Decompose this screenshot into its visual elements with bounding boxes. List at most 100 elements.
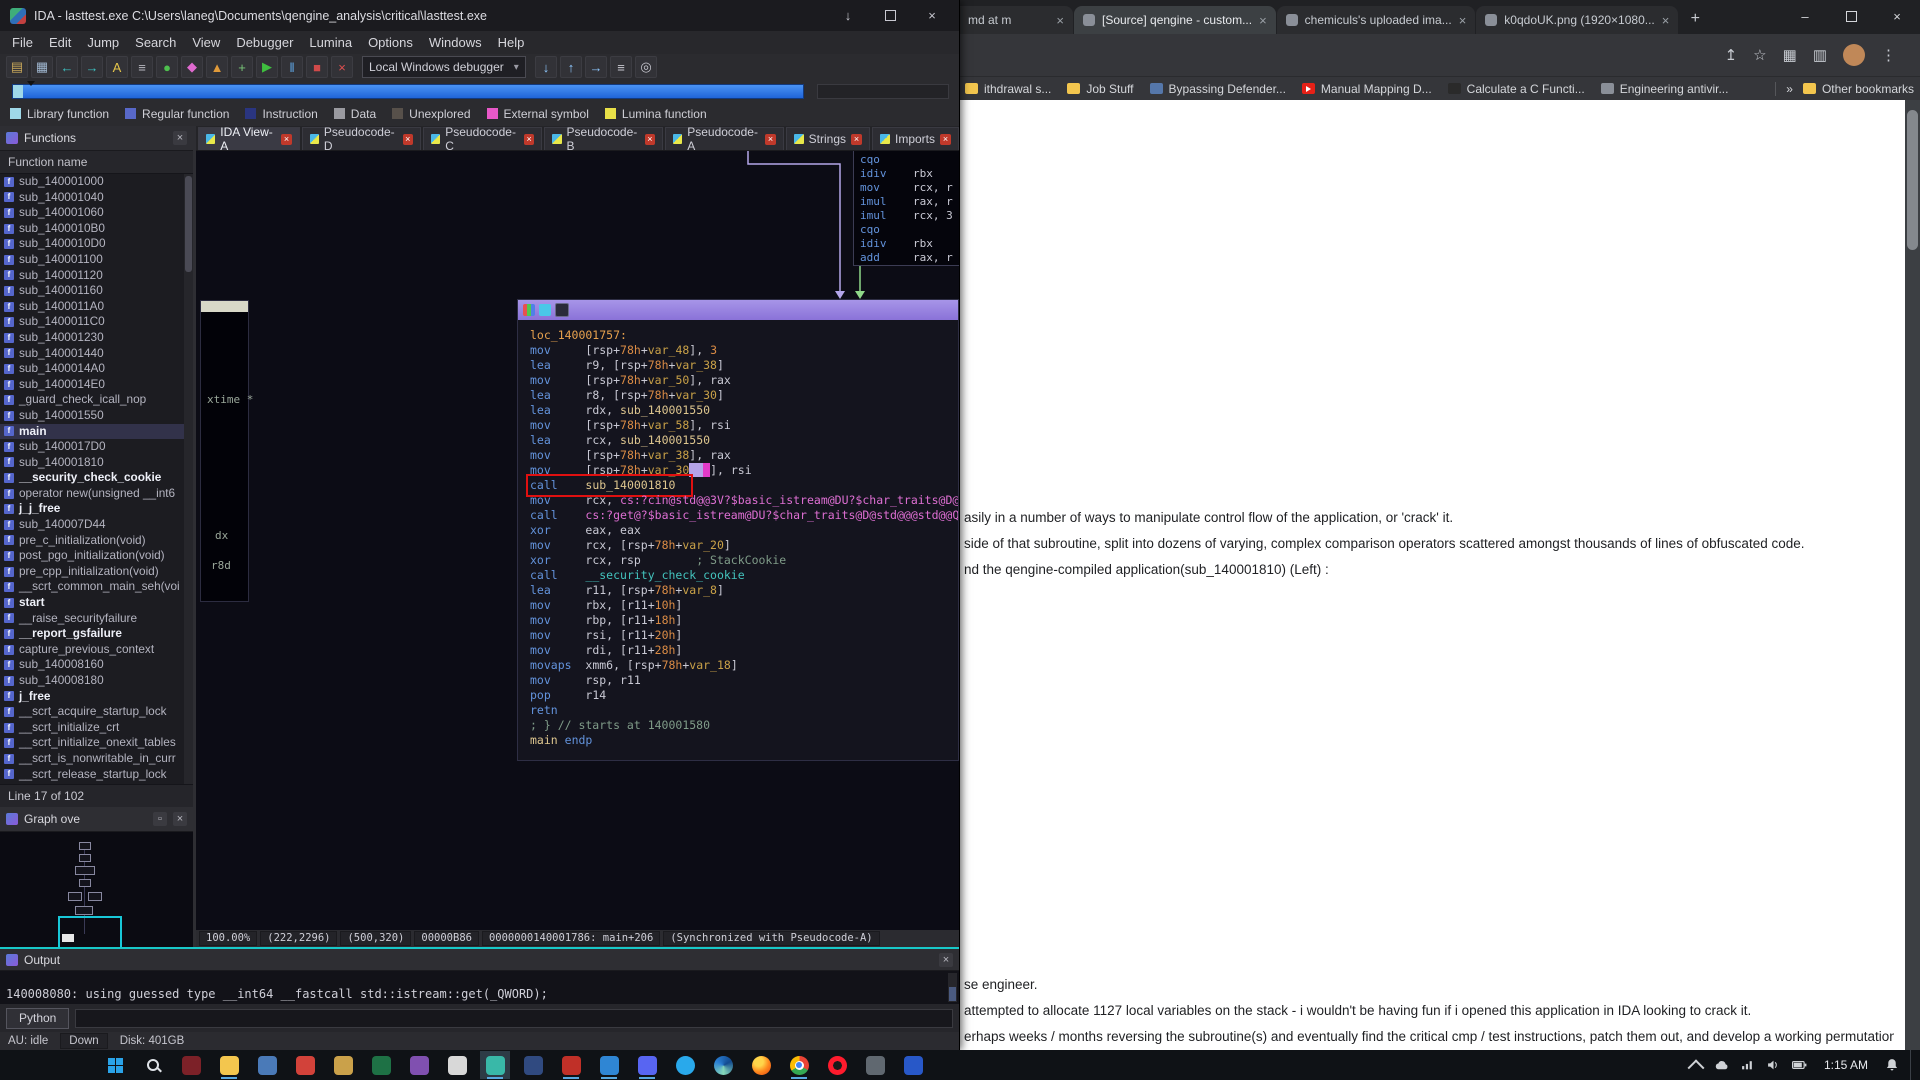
close-button[interactable]: × [1874,0,1920,32]
browser-tab[interactable]: md at m× [959,6,1073,34]
function-row[interactable]: fsub_1400011C0 [0,314,193,330]
scripts-icon[interactable]: ≡ [610,56,632,78]
function-row[interactable]: foperator new(unsigned __int6 [0,486,193,502]
close-tab-icon[interactable]: × [940,134,951,145]
breakpoint-icon[interactable]: ● [156,56,178,78]
close-tab-icon[interactable]: × [403,134,413,145]
function-row[interactable]: fcapture_previous_context [0,642,193,658]
close-tab-icon[interactable]: × [524,134,534,145]
taskbar-app-gray[interactable] [442,1051,472,1079]
function-row[interactable]: f__scrt_release_startup_lock [0,767,193,783]
search-text-icon[interactable]: A [106,56,128,78]
taskbar-telegram[interactable] [670,1051,700,1079]
function-row[interactable]: fsub_140001060 [0,205,193,221]
taskbar-search[interactable] [138,1051,168,1079]
graph-overview-header[interactable]: Graph ove ▫ × [0,807,193,832]
view-tab-pseudocode-d[interactable]: Pseudocode-D× [302,127,421,150]
menu-search[interactable]: Search [127,35,184,50]
bookmark-item[interactable]: Engineering antivir... [1601,82,1729,96]
function-row[interactable]: fpre_c_initialization(void) [0,533,193,549]
menu-edit[interactable]: Edit [41,35,79,50]
close-tab-icon[interactable]: × [851,134,862,145]
step-out-icon[interactable]: ↑ [560,56,582,78]
function-row[interactable]: f__scrt_initialize_onexit_tables [0,735,193,751]
function-row[interactable]: f__security_check_cookie [0,470,193,486]
function-row[interactable]: fpost_pgo_initialization(void) [0,548,193,564]
bookmark-icon[interactable]: ◆ [181,56,203,78]
share-icon[interactable]: ↥ [1725,46,1738,64]
output-scrollbar[interactable] [948,973,957,1002]
other-bookmarks[interactable]: Other bookmarks [1803,82,1914,96]
function-row[interactable]: fsub_140001440 [0,346,193,362]
run-to-cursor-icon[interactable]: → [585,56,607,78]
taskbar-app-blue-folder[interactable] [252,1051,282,1079]
bookmark-item[interactable]: Calculate a C Functi... [1448,82,1585,96]
navigation-band[interactable] [0,80,959,101]
menu-file[interactable]: File [4,35,41,50]
basic-block-partial-left[interactable]: xtime *dxr8d [200,300,249,602]
output-panel-header[interactable]: Output × [0,949,959,971]
menu-debugger[interactable]: Debugger [228,35,301,50]
bookmark-star-icon[interactable]: ☆ [1753,46,1766,64]
menu-view[interactable]: View [184,35,228,50]
menu-help[interactable]: Help [490,35,533,50]
bookmark-item[interactable]: Manual Mapping D... [1302,82,1432,96]
menu-lumina[interactable]: Lumina [301,35,360,50]
menu-jump[interactable]: Jump [79,35,127,50]
block-title-bar[interactable] [518,300,958,320]
new-tab-button[interactable]: + [1683,7,1707,31]
view-tab-pseudocode-b[interactable]: Pseudocode-B× [544,127,663,150]
menu-options[interactable]: Options [360,35,421,50]
function-row[interactable]: f__scrt_initialize_crt [0,720,193,736]
output-console[interactable]: 140008080: using guessed type __int64 __… [0,971,959,1004]
browser-scrollbar[interactable] [1905,100,1920,1050]
function-row[interactable]: fsub_140001160 [0,283,193,299]
restore-button[interactable] [1828,0,1874,32]
sidebar-icon[interactable]: ▥ [1813,46,1827,64]
snapshot-icon[interactable]: ◎ [635,56,657,78]
taskbar-excel[interactable] [366,1051,396,1079]
function-row[interactable]: fsub_1400017D0 [0,439,193,455]
tray-cloud-icon[interactable] [1714,1057,1730,1073]
function-row[interactable]: fsub_1400014A0 [0,361,193,377]
close-tab-icon[interactable]: × [1056,13,1064,28]
run-icon[interactable]: ▶ [256,56,278,78]
ida-title-bar[interactable]: IDA - lasttest.exe C:\Users\laneg\Docume… [0,0,959,31]
taskbar-chrome[interactable] [784,1051,814,1079]
extensions-icon[interactable]: ▦ [1783,46,1797,64]
basic-block-partial-top[interactable]: cqoidiv rbxmov rcx, rimul rax, rimul rcx… [853,151,959,266]
function-row[interactable]: f__report_gsfailure [0,626,193,642]
function-row[interactable]: fsub_1400010D0 [0,236,193,252]
functions-panel-header[interactable]: Functions × [0,126,193,151]
taskbar-app-azure[interactable] [898,1051,928,1079]
navband-zoom-control[interactable] [817,84,949,99]
forward-icon[interactable]: → [81,56,103,78]
close-button[interactable]: × [915,3,949,29]
function-row[interactable]: f_guard_check_icall_nop [0,392,193,408]
taskbar-app-navy[interactable] [518,1051,548,1079]
structs-icon[interactable]: ▲ [206,56,228,78]
dock-panel-button[interactable]: ▫ [153,812,167,826]
close-panel-button[interactable]: × [173,812,187,826]
function-row[interactable]: f__scrt_common_main_seh(voi [0,579,193,595]
disassembly-graph-view[interactable]: xtime *dxr8d cqoidiv rbxmov rcx, rimul r… [196,151,959,930]
taskbar-app-crimson[interactable] [556,1051,586,1079]
bookmark-item[interactable]: Bypassing Defender... [1150,82,1286,96]
function-row[interactable]: fsub_140001120 [0,268,193,284]
taskbar-photos[interactable] [328,1051,358,1079]
function-row[interactable]: fsub_1400011A0 [0,299,193,315]
taskbar-app-steel[interactable] [860,1051,890,1079]
taskbar-clock[interactable]: 1:15 AM [1818,1058,1874,1072]
block-collapse-icon[interactable] [555,303,569,317]
restore-button[interactable] [873,3,907,29]
menu-dots-icon[interactable]: ⋮ [1881,46,1896,64]
function-row[interactable]: fj_free [0,689,193,705]
function-row[interactable]: fpre_cpp_initialization(void) [0,564,193,580]
taskbar-app-red[interactable] [290,1051,320,1079]
list-icon[interactable]: ≡ [131,56,153,78]
close-tab-icon[interactable]: × [1662,13,1670,28]
function-row[interactable]: f__scrt_is_nonwritable_in_curr [0,751,193,767]
save-icon[interactable]: ▦ [31,56,53,78]
taskbar-edge[interactable] [708,1051,738,1079]
function-row[interactable]: fstart [0,595,193,611]
